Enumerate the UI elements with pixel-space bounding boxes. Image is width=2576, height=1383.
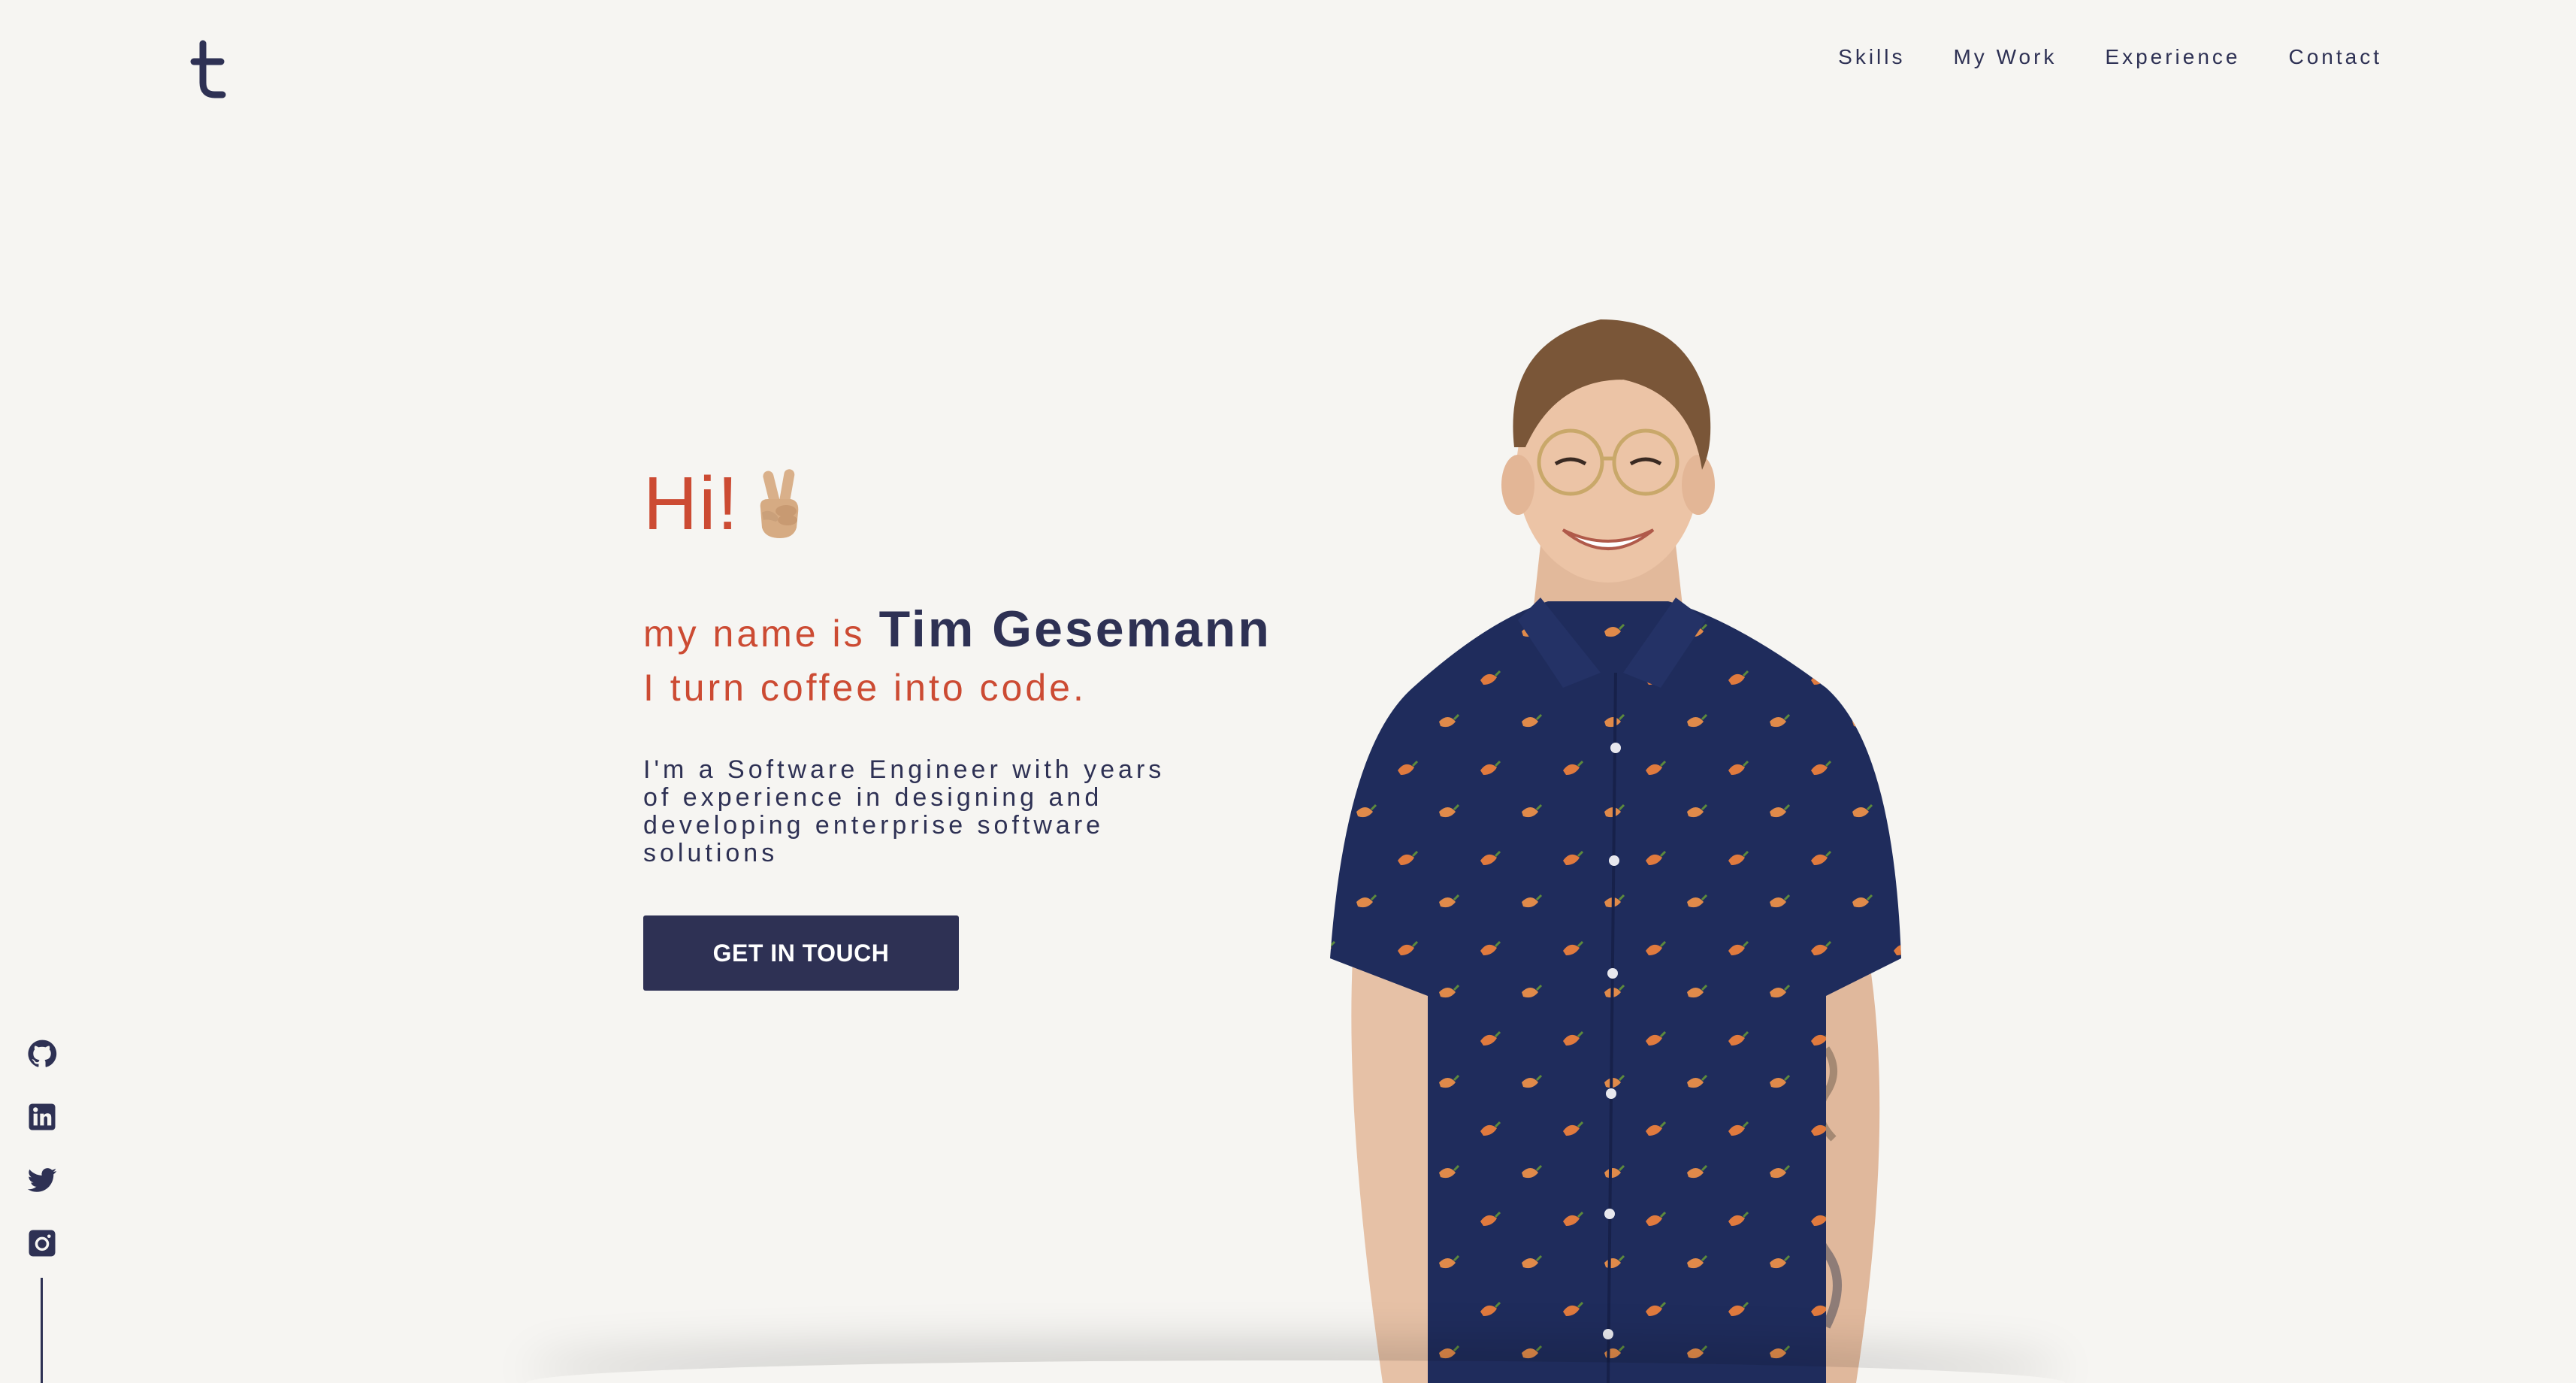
bio-text: I'm a Software Engineer with years of ex… xyxy=(643,755,1166,867)
social-divider-line xyxy=(41,1278,43,1383)
main-nav: Skills My Work Experience Contact xyxy=(1838,45,2382,69)
get-in-touch-button[interactable]: GET IN TOUCH xyxy=(643,915,959,991)
instagram-link[interactable] xyxy=(26,1227,59,1260)
tagline: I turn coffee into code. xyxy=(643,667,1087,709)
twitter-icon xyxy=(27,1168,57,1192)
victory-hand-icon xyxy=(760,469,799,538)
hero-section: Hi! my name is Tim Gesemann I turn coffe… xyxy=(643,451,1320,991)
github-icon xyxy=(28,1040,57,1067)
author-name: Tim Gesemann xyxy=(878,601,1271,658)
name-prefix: my name is xyxy=(643,613,866,655)
greeting-text: Hi! xyxy=(643,462,740,546)
greeting: Hi! xyxy=(643,451,1320,556)
twitter-link[interactable] xyxy=(26,1164,59,1197)
instagram-icon xyxy=(29,1230,56,1257)
github-link[interactable] xyxy=(26,1037,59,1070)
page: Skills My Work Experience Contact Hi! my… xyxy=(0,0,2576,1383)
linkedin-icon xyxy=(29,1103,56,1130)
nav-item-contact[interactable]: Contact xyxy=(2289,45,2383,69)
social-links xyxy=(26,1037,59,1260)
nav-item-my-work[interactable]: My Work xyxy=(1953,45,2057,69)
logo[interactable] xyxy=(186,30,231,105)
nav-item-experience[interactable]: Experience xyxy=(2105,45,2240,69)
linkedin-link[interactable] xyxy=(26,1100,59,1133)
name-line: my name is Tim Gesemann xyxy=(643,600,1320,658)
portrait-photo xyxy=(1330,319,1901,1383)
nav-item-skills[interactable]: Skills xyxy=(1838,45,1905,69)
